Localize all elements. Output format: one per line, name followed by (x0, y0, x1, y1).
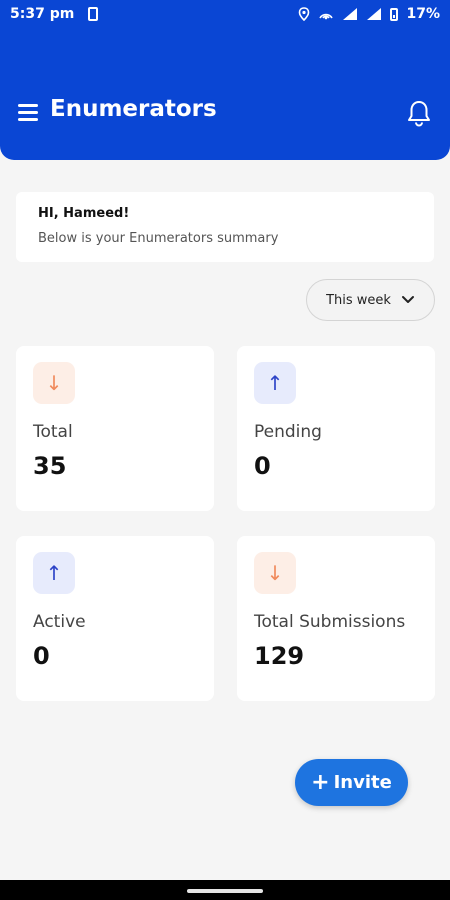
greeting-subtitle: Below is your Enumerators summary (38, 231, 279, 246)
period-select-value: This week (326, 292, 391, 308)
greeting-card: HI, Hameed! Below is your Enumerators su… (16, 192, 434, 262)
stat-card-total-submissions[interactable]: ↓ Total Submissions 129 (237, 536, 435, 701)
stat-label: Pending (254, 422, 322, 442)
stat-value: 129 (254, 642, 305, 670)
navigation-bar (0, 880, 450, 900)
page-title: Enumerators (50, 96, 217, 122)
greeting-title: HI, Hameed! (38, 206, 130, 221)
arrow-up-icon: ↑ (33, 552, 75, 594)
notification-icon (88, 7, 99, 21)
stat-label: Active (33, 612, 86, 632)
stat-card-active[interactable]: ↑ Active 0 (16, 536, 214, 701)
stat-label: Total (33, 422, 73, 442)
arrow-down-icon: ↓ (33, 362, 75, 404)
arrow-up-icon: ↑ (254, 362, 296, 404)
app-header: 5:37 pm 17% Enumerators (0, 0, 450, 160)
menu-icon[interactable] (18, 104, 38, 121)
stat-value: 35 (33, 452, 67, 480)
arrow-down-icon: ↓ (254, 552, 296, 594)
plus-icon: + (311, 769, 330, 795)
status-icons: 17% (298, 6, 440, 22)
stat-label: Total Submissions (254, 612, 406, 632)
invite-button[interactable]: + Invite (295, 759, 408, 806)
stat-card-pending[interactable]: ↑ Pending 0 (237, 346, 435, 511)
chevron-down-icon (401, 296, 414, 303)
stat-value: 0 (254, 452, 271, 480)
battery-icon (390, 7, 399, 21)
invite-button-label: Invite (333, 772, 392, 793)
location-icon (299, 7, 310, 21)
stat-card-total[interactable]: ↓ Total 35 (16, 346, 214, 511)
hotspot-icon (319, 13, 334, 20)
signal-icon (343, 8, 358, 20)
stat-value: 0 (33, 642, 50, 670)
battery-percent: 17% (406, 6, 440, 22)
status-time: 5:37 pm (10, 6, 75, 22)
signal-icon (367, 8, 382, 20)
bell-icon[interactable] (404, 98, 434, 128)
home-indicator[interactable] (187, 889, 263, 893)
period-select[interactable]: This week (306, 279, 435, 321)
status-bar: 5:37 pm 17% (0, 0, 450, 28)
